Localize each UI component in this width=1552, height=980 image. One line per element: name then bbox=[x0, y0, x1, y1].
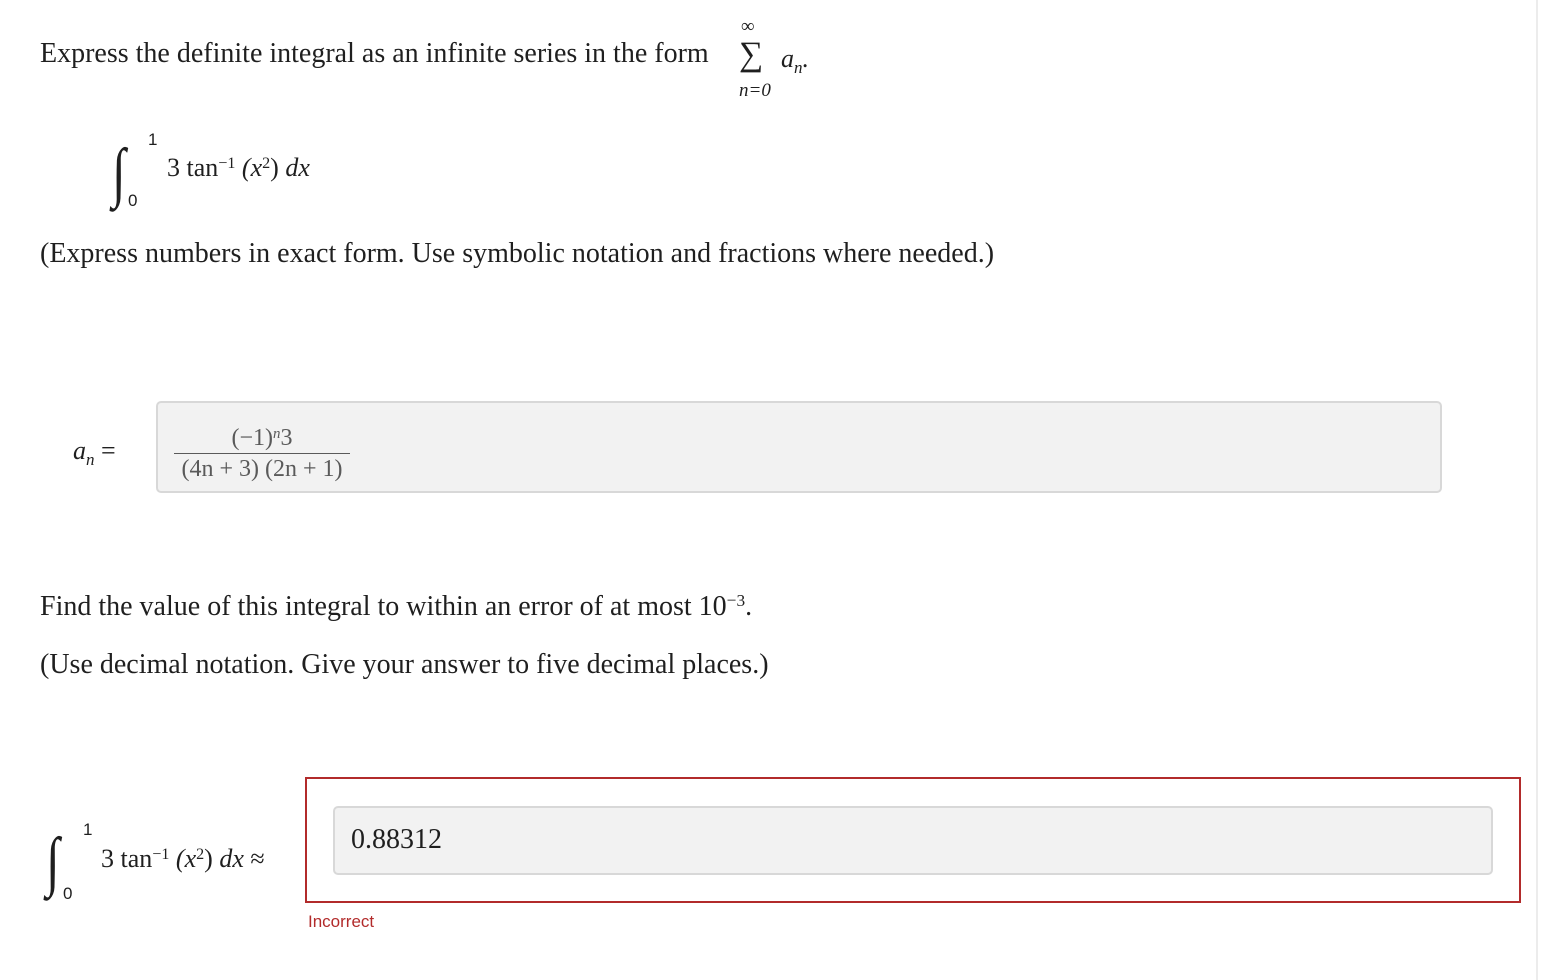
integrand-2-arg-open: (x bbox=[169, 844, 197, 873]
series-term: an. bbox=[781, 44, 809, 78]
an-label: an = bbox=[73, 436, 116, 470]
integral-lower-limit-2: 0 bbox=[63, 884, 73, 903]
question2-prompt-text: Find the value of this integral to withi… bbox=[40, 591, 727, 622]
integrand-arg: (x2) bbox=[235, 153, 279, 182]
question-error-bound: Find the value of this integral to withi… bbox=[40, 591, 752, 623]
integral-sign: ∫ bbox=[112, 136, 126, 209]
sigma-symbol: ∑ bbox=[739, 36, 764, 73]
an-numerator-coef: 3 bbox=[280, 425, 293, 451]
integrand-2-fn-sup: −1 bbox=[152, 845, 170, 863]
instruction-exact-form: (Express numbers in exact form. Use symb… bbox=[40, 238, 995, 269]
an-label-a: a bbox=[73, 436, 86, 465]
integrand-arg-close: ) bbox=[270, 153, 279, 182]
an-answer-field[interactable]: (−1)n3 (4n + 3) (2n + 1) bbox=[156, 401, 1442, 493]
an-numerator-base: (−1) bbox=[231, 425, 274, 451]
series-upper-limit: ∞ bbox=[741, 16, 755, 37]
integral-sign-2: ∫ bbox=[46, 825, 60, 898]
series-term-sub: n bbox=[794, 58, 803, 78]
incorrect-feedback: Incorrect bbox=[308, 912, 375, 931]
instruction-decimal: (Use decimal notation. Give your answer … bbox=[40, 649, 769, 680]
integrand-2-coef-fn: 3 tan bbox=[101, 844, 153, 873]
integral-upper-limit-2: 1 bbox=[83, 820, 93, 839]
integral-upper-limit: 1 bbox=[148, 130, 158, 149]
integral-value-input[interactable]: 0.88312 bbox=[333, 806, 1493, 875]
integrand: 3 tan−1 (x2) dx bbox=[167, 153, 310, 183]
question-prompt-text: Express the definite integral as an infi… bbox=[40, 38, 709, 69]
question-prompt: Express the definite integral as an infi… bbox=[40, 38, 709, 70]
integrand-2-dx: dx bbox=[212, 844, 244, 873]
an-fraction: (−1)n3 (4n + 3) (2n + 1) bbox=[174, 425, 350, 482]
integrand-2-arg-close: ) bbox=[204, 844, 213, 873]
integrand-dx: dx bbox=[278, 153, 310, 182]
error-exponent: −3 bbox=[726, 591, 746, 611]
integral-lower-limit: 0 bbox=[128, 191, 138, 210]
integrand-coef-fn: 3 tan bbox=[167, 153, 219, 182]
question2-period: . bbox=[745, 591, 753, 622]
an-numerator: (−1)n3 bbox=[174, 425, 350, 451]
an-denominator: (4n + 3) (2n + 1) bbox=[181, 456, 343, 482]
an-numerator-exp: n bbox=[273, 425, 281, 442]
integrand-arg-open: (x bbox=[235, 153, 263, 182]
integrand-2: 3 tan−1 (x2) dx ≈ bbox=[101, 844, 265, 874]
integrand-fn-sup: −1 bbox=[218, 154, 236, 172]
page-edge bbox=[1536, 0, 1538, 980]
approx-symbol: ≈ bbox=[243, 844, 265, 873]
integrand-2-arg-sup: 2 bbox=[196, 845, 205, 863]
an-label-eq: = bbox=[94, 436, 116, 465]
fraction-bar bbox=[174, 453, 350, 454]
series-lower-limit: n=0 bbox=[739, 80, 771, 101]
an-label-sub: n bbox=[86, 450, 95, 470]
series-period: . bbox=[802, 44, 810, 73]
integrand-arg-sup: 2 bbox=[262, 154, 271, 172]
series-term-a: a bbox=[781, 44, 794, 73]
